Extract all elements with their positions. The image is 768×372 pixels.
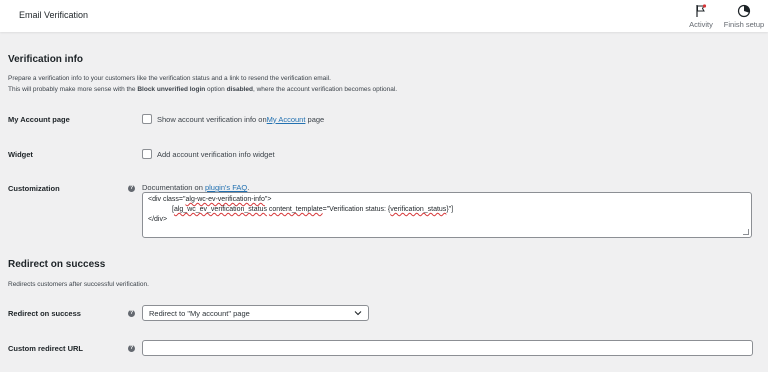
my-account-checkbox-row[interactable]: Show account verification info on My Acc… bbox=[142, 114, 324, 124]
code-line-1: <div class="alg-wc-ev-verification-info"… bbox=[148, 195, 746, 205]
desc-line-2-mid: option bbox=[205, 86, 227, 93]
plugin-faq-link[interactable]: plugin's FAQ bbox=[205, 183, 247, 192]
code-line-2-post: }"] bbox=[446, 206, 454, 213]
documentation-line: Documentation on plugin's FAQ. bbox=[142, 183, 249, 192]
my-account-link[interactable]: My Account bbox=[267, 115, 306, 124]
activity-button[interactable]: Activity bbox=[679, 4, 723, 29]
customization-label: Customization bbox=[8, 184, 60, 193]
flag-icon bbox=[696, 4, 707, 17]
redirect-heading: Redirect on success bbox=[8, 259, 106, 270]
code-line-1-pre: <div class=" bbox=[148, 196, 186, 203]
customization-textarea[interactable]: <div class="alg-wc-ev-verification-info"… bbox=[142, 192, 752, 238]
redirect-description: Redirects customers after successful ver… bbox=[8, 281, 149, 288]
redirect-on-success-label: Redirect on success bbox=[8, 309, 81, 318]
code-line-2-shortcode: alg_wc_ev_verification_status bbox=[173, 206, 267, 213]
custom-redirect-url-label: Custom redirect URL bbox=[8, 344, 84, 353]
widget-checkbox-row[interactable]: Add account verification info widget bbox=[142, 149, 275, 159]
code-line-3: </div> bbox=[148, 216, 168, 223]
doc-text-post: . bbox=[247, 183, 250, 192]
doc-text-pre: Documentation on bbox=[142, 183, 205, 192]
verification-info-heading: Verification info bbox=[8, 54, 84, 65]
desc-bold-option: Block unverified login bbox=[137, 86, 206, 93]
code-line-1-post: "> bbox=[264, 196, 272, 203]
redirect-select[interactable]: Redirect to "My account" page bbox=[142, 305, 369, 321]
custom-redirect-url-input[interactable] bbox=[142, 340, 753, 356]
custom-url-help-icon[interactable]: ? bbox=[128, 345, 135, 352]
code-line-2: [alg_wc_ev_verification_status content_t… bbox=[148, 205, 746, 215]
code-line-1-class: alg-wc-ev-verification-info bbox=[185, 196, 265, 203]
top-bar: Email Verification Activity Finish setup bbox=[0, 0, 768, 32]
my-account-checkbox[interactable] bbox=[142, 114, 152, 124]
my-account-text-post: page bbox=[305, 114, 325, 124]
desc-bold-disabled: disabled bbox=[226, 86, 253, 93]
widget-text: Add account verification info widget bbox=[157, 149, 275, 159]
widget-checkbox[interactable] bbox=[142, 149, 152, 159]
code-line-2-val-pre: ="Verification status: { bbox=[322, 206, 391, 213]
activity-label: Activity bbox=[689, 20, 713, 29]
my-account-page-label: My Account page bbox=[8, 115, 70, 124]
chevron-down-icon bbox=[354, 311, 362, 316]
finish-setup-label: Finish setup bbox=[723, 20, 765, 29]
code-line-2-var: verification_status bbox=[390, 206, 447, 213]
desc-line-2-pre: This will probably make more sense with … bbox=[8, 86, 138, 93]
desc-line-1: Prepare a verification info to your cust… bbox=[8, 75, 331, 82]
customization-help-icon[interactable]: ? bbox=[128, 185, 135, 192]
redirect-select-value: Redirect to "My account" page bbox=[149, 309, 250, 318]
widget-label: Widget bbox=[8, 150, 33, 159]
code-line-2-attr: content_template bbox=[268, 206, 323, 213]
progress-circle-icon bbox=[737, 4, 751, 18]
page-title: Email Verification bbox=[19, 10, 89, 20]
desc-line-2-post: , where the account verification becomes… bbox=[252, 86, 398, 93]
finish-setup-button[interactable]: Finish setup bbox=[722, 4, 766, 29]
my-account-text-pre: Show account verification info on bbox=[157, 114, 267, 124]
redirect-help-icon[interactable]: ? bbox=[128, 310, 135, 317]
resize-handle[interactable] bbox=[743, 229, 749, 235]
verification-info-description: Prepare a verification info to your cust… bbox=[8, 73, 397, 95]
